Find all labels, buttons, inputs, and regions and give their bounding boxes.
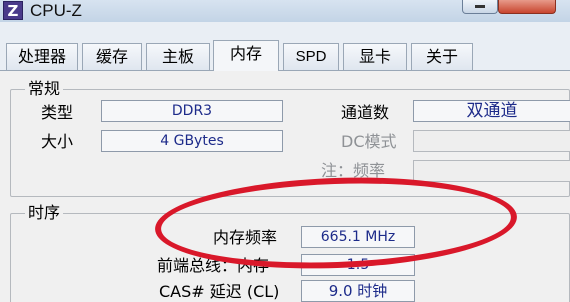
- type-field: DDR3: [101, 100, 283, 122]
- cas-latency-field: 9.0 时钟: [301, 280, 415, 302]
- tab-memory[interactable]: 内存: [213, 40, 279, 71]
- minimize-icon: [475, 5, 485, 8]
- dc-mode-label: DC模式: [341, 132, 397, 151]
- type-label: 类型: [41, 103, 74, 122]
- dc-mode-field: [413, 130, 570, 152]
- tab-mainboard[interactable]: 主板: [146, 43, 210, 70]
- size-field: 4 GBytes: [101, 130, 283, 152]
- cas-latency-label: CAS# 延迟 (CL): [159, 282, 280, 301]
- timings-group-title: 时序: [25, 202, 64, 224]
- close-button[interactable]: [498, 0, 556, 14]
- tab-caches[interactable]: 缓存: [82, 43, 142, 70]
- title-bar: Z CPU-Z: [0, 0, 570, 22]
- tab-about[interactable]: 关于: [411, 43, 473, 70]
- cpu-z-logo-icon[interactable]: Z: [3, 1, 23, 20]
- general-group-title: 常规: [25, 78, 64, 100]
- window-title: CPU-Z: [30, 1, 82, 20]
- tab-cpu[interactable]: 处理器: [6, 43, 78, 70]
- note-frequency-field: [413, 160, 570, 182]
- size-label: 大小: [41, 132, 74, 151]
- tab-bar: 处理器 缓存 主板 内存 SPD 显卡 关于: [0, 40, 570, 71]
- channels-field: 双通道: [413, 100, 570, 122]
- tab-graphics[interactable]: 显卡: [343, 43, 407, 70]
- minimize-button[interactable]: [462, 0, 498, 14]
- tab-spd[interactable]: SPD: [283, 43, 339, 70]
- channels-label: 通道数: [341, 103, 390, 122]
